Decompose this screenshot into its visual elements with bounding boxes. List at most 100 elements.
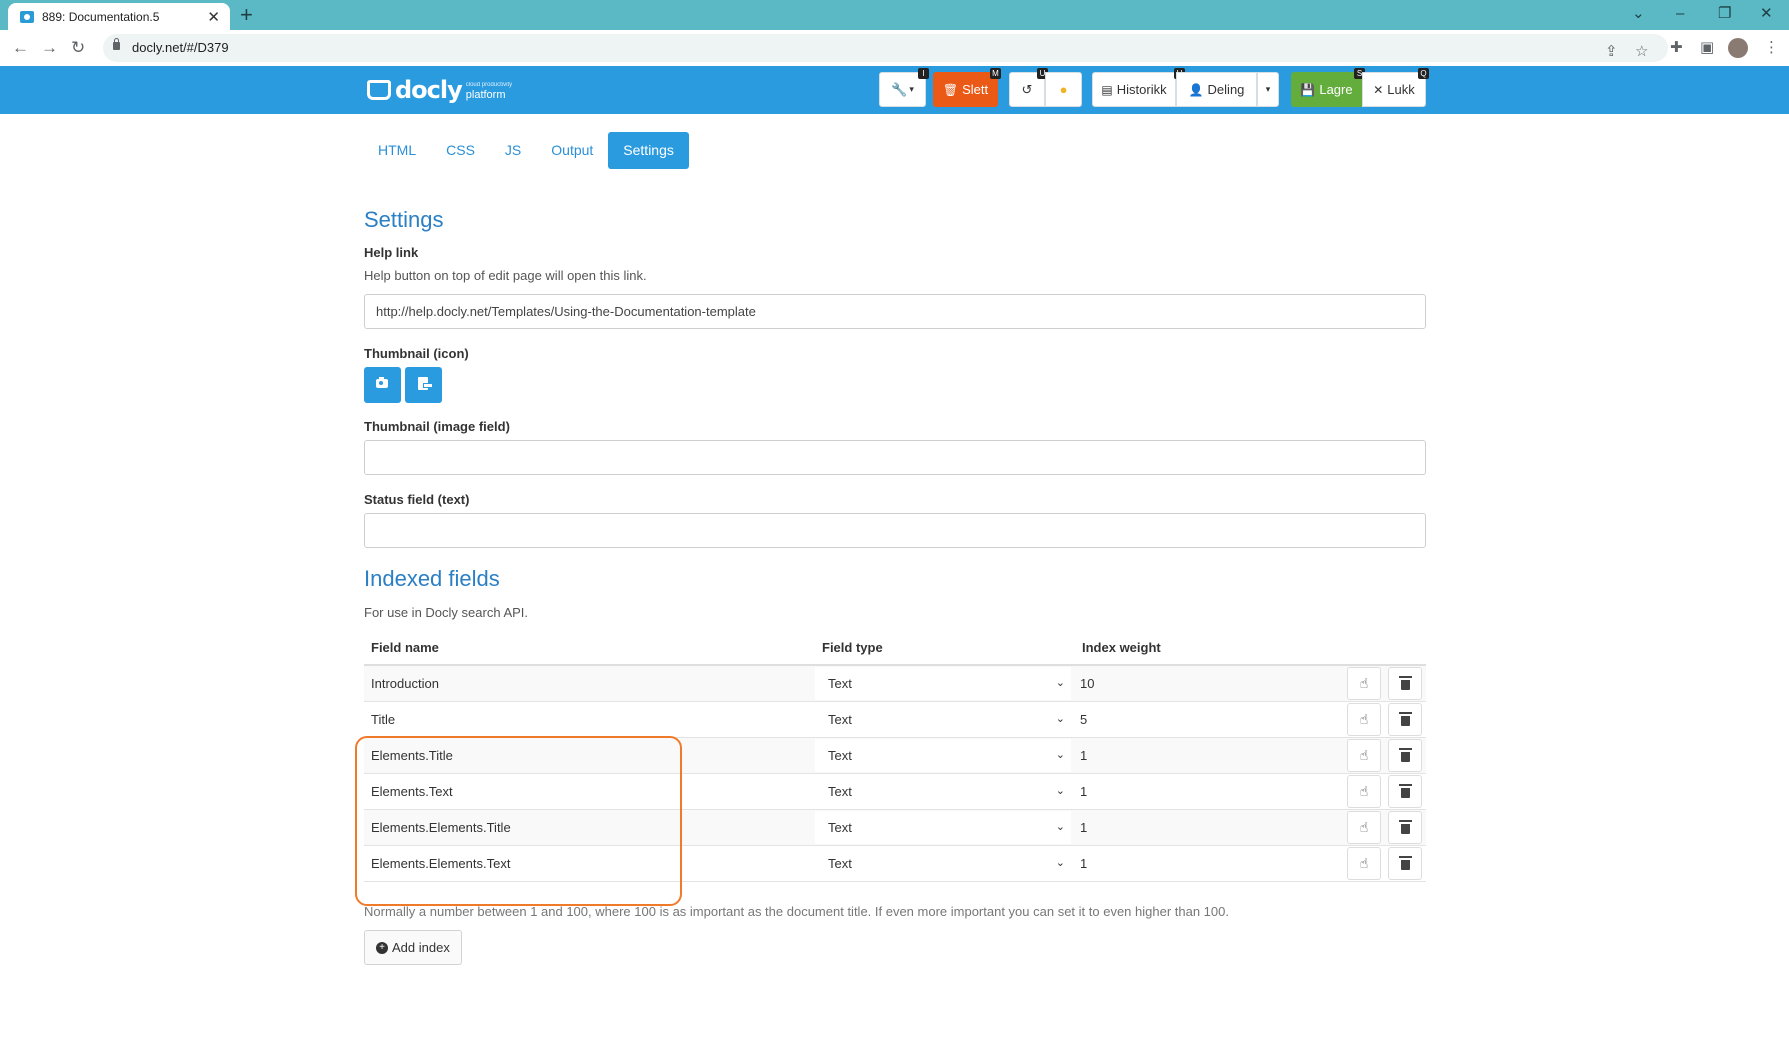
save-button[interactable]: 💾 Lagre — [1291, 72, 1362, 107]
caret-down-icon: ▾ — [1265, 84, 1271, 94]
index-weight-cell[interactable]: 1 — [1080, 784, 1087, 799]
field-name-cell[interactable]: Title — [371, 712, 395, 727]
trash-icon — [1398, 856, 1412, 870]
trash-icon — [1398, 676, 1412, 690]
share-page-icon[interactable]: ⇪ — [1605, 40, 1618, 64]
tab-output[interactable]: Output — [536, 132, 608, 169]
profile-avatar[interactable] — [1728, 38, 1748, 58]
delete-row-button[interactable] — [1388, 703, 1422, 736]
edit-row-button[interactable]: ☝ — [1347, 775, 1381, 808]
pointer-hand-icon: ☝ — [1359, 747, 1369, 763]
edit-row-button[interactable]: ☝ — [1347, 847, 1381, 880]
logo-wordmark: docly — [395, 76, 463, 104]
paste-thumbnail-button[interactable] — [405, 367, 442, 403]
delete-row-button[interactable] — [1388, 847, 1422, 880]
plus-circle-icon: + — [376, 941, 388, 954]
pointer-hand-icon: ☝ — [1359, 675, 1369, 691]
tab-search-chevron-icon[interactable]: ⌄ — [1632, 2, 1645, 26]
logo-tagline: cloud productivity — [465, 82, 513, 88]
help-link-input[interactable] — [364, 294, 1426, 329]
indexed-fields-heading: Indexed fields — [364, 566, 500, 591]
close-button[interactable]: ✕ Lukk — [1362, 72, 1426, 107]
index-weight-cell[interactable]: 5 — [1080, 712, 1087, 727]
browser-tab[interactable]: 889: Documentation.5 ✕ — [8, 3, 230, 30]
index-weight-cell[interactable]: 1 — [1080, 856, 1087, 871]
take-screenshot-button[interactable] — [364, 367, 401, 403]
field-name-cell[interactable]: Elements.Elements.Title — [371, 820, 511, 835]
share-button[interactable]: 👤 Deling — [1176, 72, 1257, 107]
table-row: Title Text ⌄ 5 ☝ — [364, 702, 1426, 738]
indexed-fields-description: For use in Docly search API. — [364, 605, 529, 620]
table-row: Elements.Elements.Text Text ⌄ 1 ☝ — [364, 846, 1426, 882]
field-name-cell[interactable]: Elements.Title — [371, 748, 453, 763]
docly-logo[interactable]: docly cloud productivity platform — [367, 76, 512, 104]
edit-row-button[interactable]: ☝ — [1347, 811, 1381, 844]
shortcut-badge: Q — [1418, 68, 1429, 79]
index-weight-cell[interactable]: 1 — [1080, 820, 1087, 835]
add-index-label: Add index — [392, 940, 450, 955]
field-type-select[interactable]: Text ⌄ — [815, 667, 1071, 700]
field-name-cell[interactable]: Elements.Text — [371, 784, 453, 799]
add-index-button[interactable]: + Add index — [364, 930, 462, 965]
restore-icon[interactable]: ❐ — [1718, 2, 1731, 26]
delete-row-button[interactable] — [1388, 811, 1422, 844]
new-tab-icon[interactable]: + — [240, 3, 253, 27]
bookmark-star-icon[interactable]: ☆ — [1635, 40, 1648, 64]
reload-icon[interactable]: ↻ — [71, 36, 85, 60]
save-label: Lagre — [1319, 82, 1353, 97]
index-weight-cell[interactable]: 1 — [1080, 748, 1087, 763]
minimize-icon[interactable]: – — [1676, 2, 1684, 26]
edit-row-button[interactable]: ☝ — [1347, 703, 1381, 736]
share-dropdown-button[interactable]: ▾ — [1257, 72, 1279, 107]
extensions-puzzle-icon[interactable]: ✚ — [1670, 36, 1683, 60]
delete-row-button[interactable] — [1388, 739, 1422, 772]
forward-icon[interactable]: → — [41, 36, 58, 60]
wrench-icon: 🔧 — [891, 81, 908, 97]
comments-button[interactable]: ● — [1045, 72, 1082, 107]
field-name-cell[interactable]: Elements.Elements.Text — [371, 856, 510, 871]
share-label: Deling — [1207, 82, 1245, 97]
delete-button[interactable]: 🗑 Slett — [933, 72, 998, 107]
window-close-icon[interactable]: ✕ — [1760, 2, 1773, 26]
trash-icon — [1398, 820, 1412, 834]
field-type-select[interactable]: Text ⌄ — [815, 847, 1071, 880]
edit-row-button[interactable]: ☝ — [1347, 739, 1381, 772]
history-label: Historikk — [1116, 82, 1167, 97]
tab-js[interactable]: JS — [490, 132, 536, 169]
field-type-select[interactable]: Text ⌄ — [815, 739, 1071, 772]
tab-settings[interactable]: Settings — [608, 132, 689, 169]
edit-row-button[interactable]: ☝ — [1347, 667, 1381, 700]
thumbnail-image-input[interactable] — [364, 440, 1426, 475]
column-header-field-type: Field type — [822, 640, 883, 655]
browser-menu-icon[interactable]: ⋮ — [1764, 36, 1779, 60]
caret-down-icon: ▾ — [909, 84, 914, 94]
back-icon[interactable]: ← — [12, 36, 29, 60]
status-field-input[interactable] — [364, 513, 1426, 548]
tab-html[interactable]: HTML — [363, 132, 431, 169]
side-panel-icon[interactable]: ▣ — [1700, 36, 1714, 60]
tab-css[interactable]: CSS — [431, 132, 490, 169]
help-link-description: Help button on top of edit page will ope… — [364, 268, 647, 283]
column-header-index-weight: Index weight — [1082, 640, 1161, 655]
field-type-select[interactable]: Text ⌄ — [815, 811, 1071, 844]
delete-row-button[interactable] — [1388, 775, 1422, 808]
field-type-select[interactable]: Text ⌄ — [815, 775, 1071, 808]
history-button[interactable]: ▤ Historikk — [1092, 72, 1176, 107]
close-label: Lukk — [1387, 82, 1415, 97]
chevron-down-icon: ⌄ — [1055, 857, 1065, 869]
logo-platform-text: platform — [465, 89, 506, 101]
url-text: docly.net/#/D379 — [132, 40, 229, 55]
camera-icon — [376, 377, 388, 388]
delete-row-button[interactable] — [1388, 667, 1422, 700]
close-x-icon: ✕ — [1373, 82, 1384, 97]
close-tab-icon[interactable]: ✕ — [207, 8, 220, 26]
field-type-value: Text — [828, 676, 852, 691]
trash-icon — [1398, 748, 1412, 762]
shortcut-badge: M — [990, 68, 1001, 79]
field-name-cell[interactable]: Introduction — [371, 676, 439, 691]
address-bar[interactable]: docly.net/#/D379 ⇪ ☆ — [103, 34, 1668, 62]
delete-label: Slett — [962, 82, 989, 97]
field-type-select[interactable]: Text ⌄ — [815, 703, 1071, 736]
chevron-down-icon: ⌄ — [1055, 713, 1065, 725]
index-weight-cell[interactable]: 10 — [1080, 676, 1094, 691]
